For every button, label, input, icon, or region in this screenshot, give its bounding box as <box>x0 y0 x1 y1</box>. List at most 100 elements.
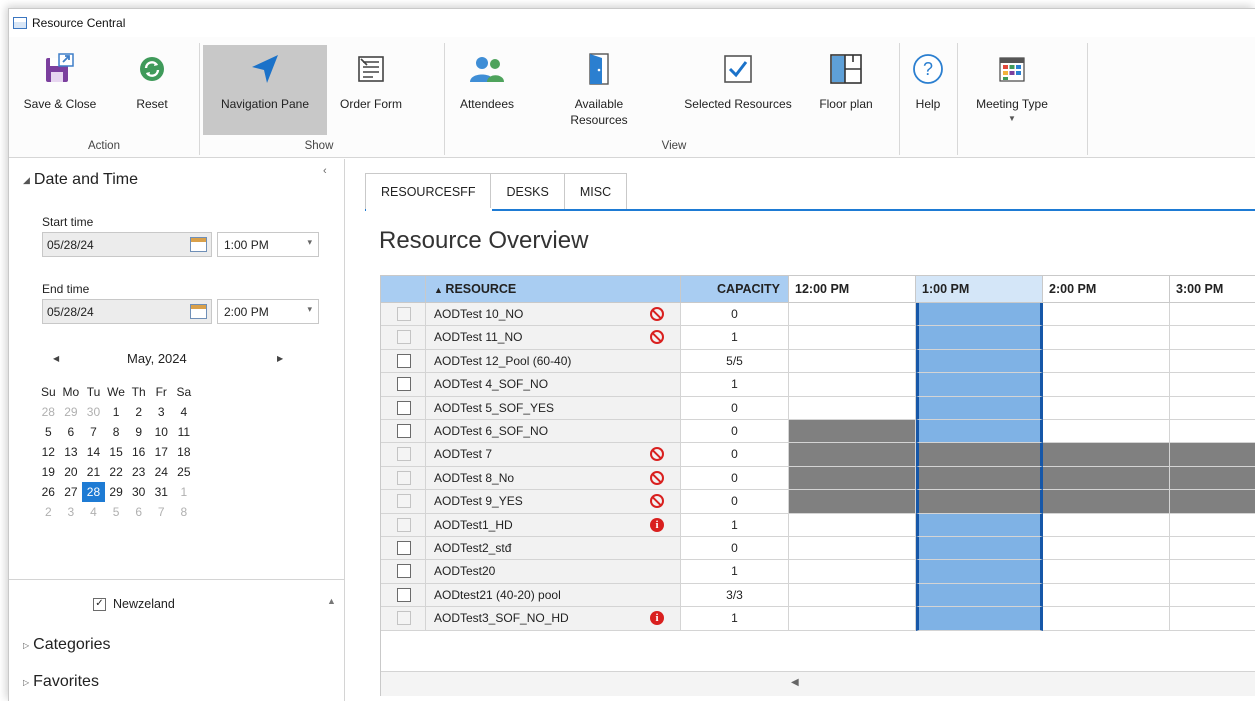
calendar-day[interactable]: 5 <box>37 422 60 442</box>
row-checkbox-cell[interactable] <box>381 466 426 491</box>
calendar-day[interactable]: 16 <box>127 442 150 462</box>
scroll-left-icon[interactable]: ◀ <box>791 677 799 688</box>
location-checkbox-row[interactable]: ✓ Newzeland <box>93 597 175 611</box>
time-slot-cell[interactable] <box>1170 420 1255 444</box>
time-slot-cell[interactable] <box>1170 443 1255 467</box>
time-slot-cell[interactable] <box>916 583 1043 608</box>
time-slot-cell[interactable] <box>789 326 916 350</box>
calendar-day[interactable]: 27 <box>60 482 83 502</box>
help-button[interactable]: ? Help <box>904 45 952 141</box>
time-slot-cell[interactable] <box>1170 373 1255 397</box>
navigation-pane-button[interactable]: Navigation Pane <box>203 45 327 135</box>
calendar-day[interactable]: 5 <box>105 502 128 522</box>
time-slot-cell[interactable] <box>1170 303 1255 327</box>
table-row[interactable]: AODTest 12_Pool (60-40) 5/5 <box>381 349 1255 374</box>
time-column-header[interactable]: 3:00 PM <box>1170 276 1255 303</box>
time-column-header[interactable]: 1:00 PM <box>916 276 1043 303</box>
resource-name-cell[interactable]: AODTest 10_NO <box>426 303 681 327</box>
time-slot-cell[interactable] <box>916 466 1043 491</box>
selected-resources-button[interactable]: Selected Resources <box>674 45 802 141</box>
unavailable-icon[interactable] <box>650 470 664 485</box>
time-slot-cell[interactable] <box>1043 560 1170 584</box>
resource-name-cell[interactable]: AODTest 8_No <box>426 466 681 491</box>
table-row[interactable]: AODtest21 (40-20) pool 3/3 <box>381 583 1255 608</box>
row-checkbox-cell[interactable] <box>381 560 426 584</box>
time-slot-cell[interactable] <box>1170 537 1255 561</box>
table-row[interactable]: AODTest 11_NO 1 <box>381 326 1255 350</box>
calendar-next-month-icon[interactable]: ▶ <box>277 354 283 363</box>
calendar-picker-icon[interactable] <box>190 304 207 319</box>
time-slot-cell[interactable] <box>916 420 1043 444</box>
time-slot-cell[interactable] <box>916 373 1043 397</box>
time-slot-cell[interactable] <box>916 396 1043 420</box>
time-slot-cell[interactable] <box>916 303 1043 327</box>
time-slot-cell[interactable] <box>1170 583 1255 608</box>
row-checkbox[interactable] <box>397 400 411 415</box>
time-slot-cell[interactable] <box>1170 349 1255 374</box>
time-slot-cell[interactable] <box>916 326 1043 350</box>
row-checkbox-cell[interactable] <box>381 490 426 514</box>
date-time-section-header[interactable]: ◢ Date and Time <box>23 171 138 189</box>
tab-misc[interactable]: MISC <box>563 173 628 210</box>
time-slot-cell[interactable] <box>916 537 1043 561</box>
row-checkbox-cell[interactable] <box>381 373 426 397</box>
table-row[interactable]: AODTest3_SOF_NO_HD i 1 <box>381 607 1255 631</box>
calendar-day[interactable]: 1 <box>173 482 196 502</box>
time-slot-cell[interactable] <box>1170 396 1255 420</box>
time-slot-cell[interactable] <box>1043 583 1170 608</box>
tab-resourcesff[interactable]: RESOURCESFF <box>365 173 492 210</box>
row-checkbox-cell[interactable] <box>381 396 426 420</box>
collapse-pane-icon[interactable]: ‹ <box>323 165 327 177</box>
calendar-day[interactable]: 28 <box>37 402 60 422</box>
resource-name-cell[interactable]: AODTest3_SOF_NO_HD i <box>426 607 681 631</box>
time-slot-cell[interactable] <box>789 349 916 374</box>
time-slot-cell[interactable] <box>916 513 1043 537</box>
time-slot-cell[interactable] <box>1043 373 1170 397</box>
time-slot-cell[interactable] <box>789 443 916 467</box>
calendar-day[interactable]: 28 <box>82 482 105 502</box>
time-slot-cell[interactable] <box>789 373 916 397</box>
resource-name-cell[interactable]: AODTest1_HD i <box>426 513 681 537</box>
start-date-field[interactable]: 05/28/24 <box>42 232 212 257</box>
row-checkbox-cell[interactable] <box>381 326 426 350</box>
time-slot-cell[interactable] <box>1170 490 1255 514</box>
calendar-day[interactable]: 10 <box>150 422 173 442</box>
table-row[interactable]: AODTest2_stđ 0 <box>381 537 1255 561</box>
time-slot-cell[interactable] <box>1170 607 1255 631</box>
calendar-day[interactable]: 30 <box>127 482 150 502</box>
categories-section-header[interactable]: ▷ Categories <box>23 636 111 654</box>
calendar-day[interactable]: 3 <box>150 402 173 422</box>
time-slot-cell[interactable] <box>1043 326 1170 350</box>
calendar-day[interactable]: 6 <box>127 502 150 522</box>
time-slot-cell[interactable] <box>1170 560 1255 584</box>
info-icon[interactable]: i <box>650 611 664 626</box>
calendar-day[interactable]: 30 <box>82 402 105 422</box>
resource-name-cell[interactable]: AODTest2_stđ <box>426 537 681 561</box>
calendar-day[interactable]: 20 <box>60 462 83 482</box>
checkbox-checked[interactable]: ✓ <box>93 597 106 611</box>
attendees-button[interactable]: Attendees <box>449 45 525 141</box>
end-date-field[interactable]: 05/28/24 <box>42 299 212 324</box>
resource-name-cell[interactable]: AODTest 12_Pool (60-40) <box>426 349 681 374</box>
calendar-day[interactable]: 22 <box>105 462 128 482</box>
time-slot-cell[interactable] <box>789 396 916 420</box>
calendar-day[interactable]: 23 <box>127 462 150 482</box>
time-slot-cell[interactable] <box>1170 466 1255 491</box>
capacity-column-header[interactable]: CAPACITY <box>681 276 789 303</box>
meeting-type-button[interactable]: Meeting Type ▼ <box>964 45 1060 141</box>
calendar-day[interactable]: 6 <box>60 422 83 442</box>
time-slot-cell[interactable] <box>1043 513 1170 537</box>
resource-name-cell[interactable]: AODTest 9_YES <box>426 490 681 514</box>
calendar-day[interactable]: 29 <box>60 402 83 422</box>
calendar-day[interactable]: 31 <box>150 482 173 502</box>
resource-name-cell[interactable]: AODTest 7 <box>426 443 681 467</box>
row-checkbox[interactable] <box>397 377 411 392</box>
table-row[interactable]: AODTest 7 0 <box>381 443 1255 467</box>
calendar-day[interactable]: 18 <box>173 442 196 462</box>
calendar-day[interactable]: 19 <box>37 462 60 482</box>
time-slot-cell[interactable] <box>1043 537 1170 561</box>
row-checkbox[interactable] <box>397 424 411 438</box>
time-slot-cell[interactable] <box>1043 303 1170 327</box>
calendar-day[interactable]: 25 <box>173 462 196 482</box>
time-column-header[interactable]: 12:00 PM <box>789 276 916 303</box>
